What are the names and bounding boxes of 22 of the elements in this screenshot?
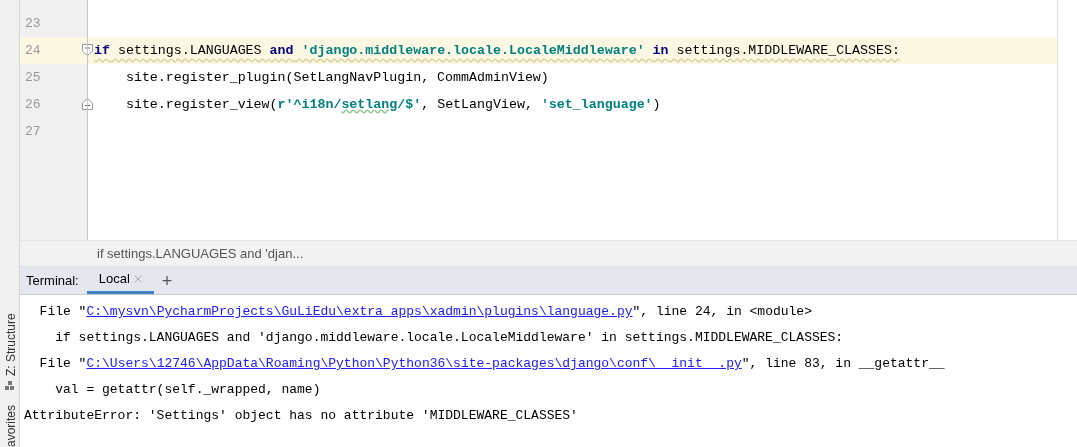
close-icon[interactable] <box>133 275 142 283</box>
breadcrumb[interactable]: if settings.LANGUAGES and 'djan... <box>97 243 304 264</box>
code-line: site.register_view(r'^i18n/setlang/$', SetLangView, 'set_language') <box>124 95 661 114</box>
terminal-tab[interactable]: Local <box>86 267 154 294</box>
terminal-label: Terminal: <box>26 271 79 290</box>
structure-tab[interactable]: Z: Structure <box>2 313 19 376</box>
new-tab-button[interactable]: + <box>161 271 173 290</box>
terminal-line: File "C:\mysvn\PycharmProjects\GuLiEdu\extra_apps\xadmin\plugins\language.py", line 24, in <module> <box>38 303 812 322</box>
structure-icon <box>5 381 14 390</box>
terminal-line: File "C:\Users\12746\AppData\Roaming\Python\Python36\site-packages\django\conf\__init__.py", line 83, in __getattr__ <box>38 355 945 374</box>
favorites-tab[interactable]: avorites <box>2 404 19 447</box>
file-link[interactable]: C:\mysvn\PycharmProjects\GuLiEdu\extra_apps\xadmin\plugins\language.py <box>86 304 633 320</box>
terminal-line: val = getattr(self._wrapped, name) <box>54 381 321 400</box>
code-line: site.register_plugin(SetLangNavPlugin, CommAdminView) <box>124 68 549 87</box>
line-number: 23 <box>24 14 42 33</box>
line-number: 25 <box>24 68 42 87</box>
code-line: if settings.LANGUAGES and 'django.middleware.locale.LocaleMiddleware' in settings.MIDDLEWARE_CLASSES: <box>94 41 900 60</box>
line-number: 27 <box>24 122 42 141</box>
line-number: 26 <box>24 95 42 114</box>
terminal-line: AttributeError: 'Settings' object has no attribute 'MIDDLEWARE_CLASSES' <box>24 407 578 426</box>
file-link[interactable]: C:\Users\12746\AppData\Roaming\Python\Python36\site-packages\django\conf\__init__.py <box>86 356 742 372</box>
terminal-line: if settings.LANGUAGES and 'django.middleware.locale.LocaleMiddleware' in settings.MIDDLEWARE_CLASSES: <box>54 329 844 348</box>
